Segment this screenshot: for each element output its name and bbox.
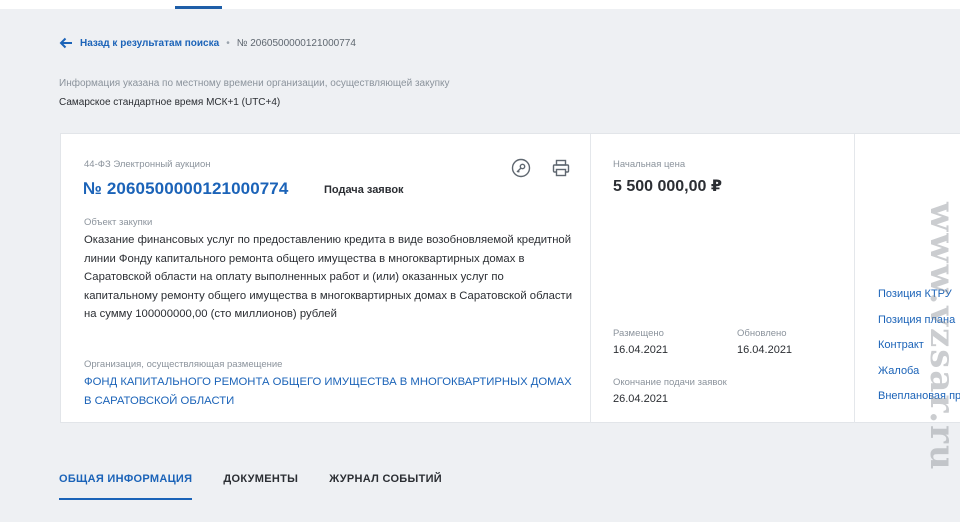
tab-bar: ОБЩАЯ ИНФОРМАЦИЯ ДОКУМЕНТЫ ЖУРНАЛ СОБЫТИ… (59, 473, 473, 501)
active-nav-indicator (175, 6, 222, 9)
card-divider (590, 134, 591, 423)
breadcrumb-separator: • (226, 37, 230, 49)
back-to-results-link[interactable]: Назад к результатам поиска (80, 38, 219, 49)
tab-documents[interactable]: ДОКУМЕНТЫ (223, 473, 298, 501)
key-icon[interactable] (511, 158, 531, 178)
end-date: 26.04.2021 (613, 393, 669, 405)
top-strip (0, 0, 960, 9)
updated-label: Обновлено (737, 328, 787, 339)
object-description: Оказание финансовых услуг по предоставле… (84, 234, 573, 320)
status-badge: Подача заявок (324, 184, 404, 196)
tab-general-info[interactable]: ОБЩАЯ ИНФОРМАЦИЯ (59, 473, 193, 501)
card-divider (854, 134, 855, 423)
organization-link[interactable]: ФОНД КАПИТАЛЬНОГО РЕМОНТА ОБЩЕГО ИМУЩЕСТ… (84, 373, 574, 410)
initial-price: 5 500 000,00 ₽ (613, 178, 722, 195)
timezone-value: Самарское стандартное время МСК+1 (UTC+4… (59, 97, 281, 108)
purchase-number[interactable]: № 2060500000121000774 (83, 179, 288, 199)
law-type: 44-ФЗ Электронный аукцион (84, 159, 211, 170)
updated-date: 16.04.2021 (737, 344, 793, 356)
placed-date: 16.04.2021 (613, 344, 669, 356)
object-label: Объект закупки (84, 217, 153, 228)
card-actions (511, 158, 571, 178)
organization-label: Организация, осуществляющая размещение (84, 359, 283, 370)
tab-event-log[interactable]: ЖУРНАЛ СОБЫТИЙ (329, 473, 442, 501)
breadcrumb-current: № 2060500000121000774 (236, 37, 356, 49)
arrow-left-icon[interactable] (59, 36, 73, 50)
timezone-note: Информация указана по местному времени о… (59, 78, 450, 89)
price-label: Начальная цена (613, 159, 686, 170)
watermark: www.vzsar.ru (912, 182, 960, 502)
purchase-card: 44-ФЗ Электронный аукцион № 206050000012… (60, 133, 960, 423)
placed-label: Размещено (613, 328, 664, 339)
print-icon[interactable] (551, 158, 571, 178)
watermark-text: www.vzsar.ru (922, 202, 960, 472)
end-label: Окончание подачи заявок (613, 377, 727, 388)
breadcrumb: Назад к результатам поиска • № 206050000… (59, 36, 356, 50)
